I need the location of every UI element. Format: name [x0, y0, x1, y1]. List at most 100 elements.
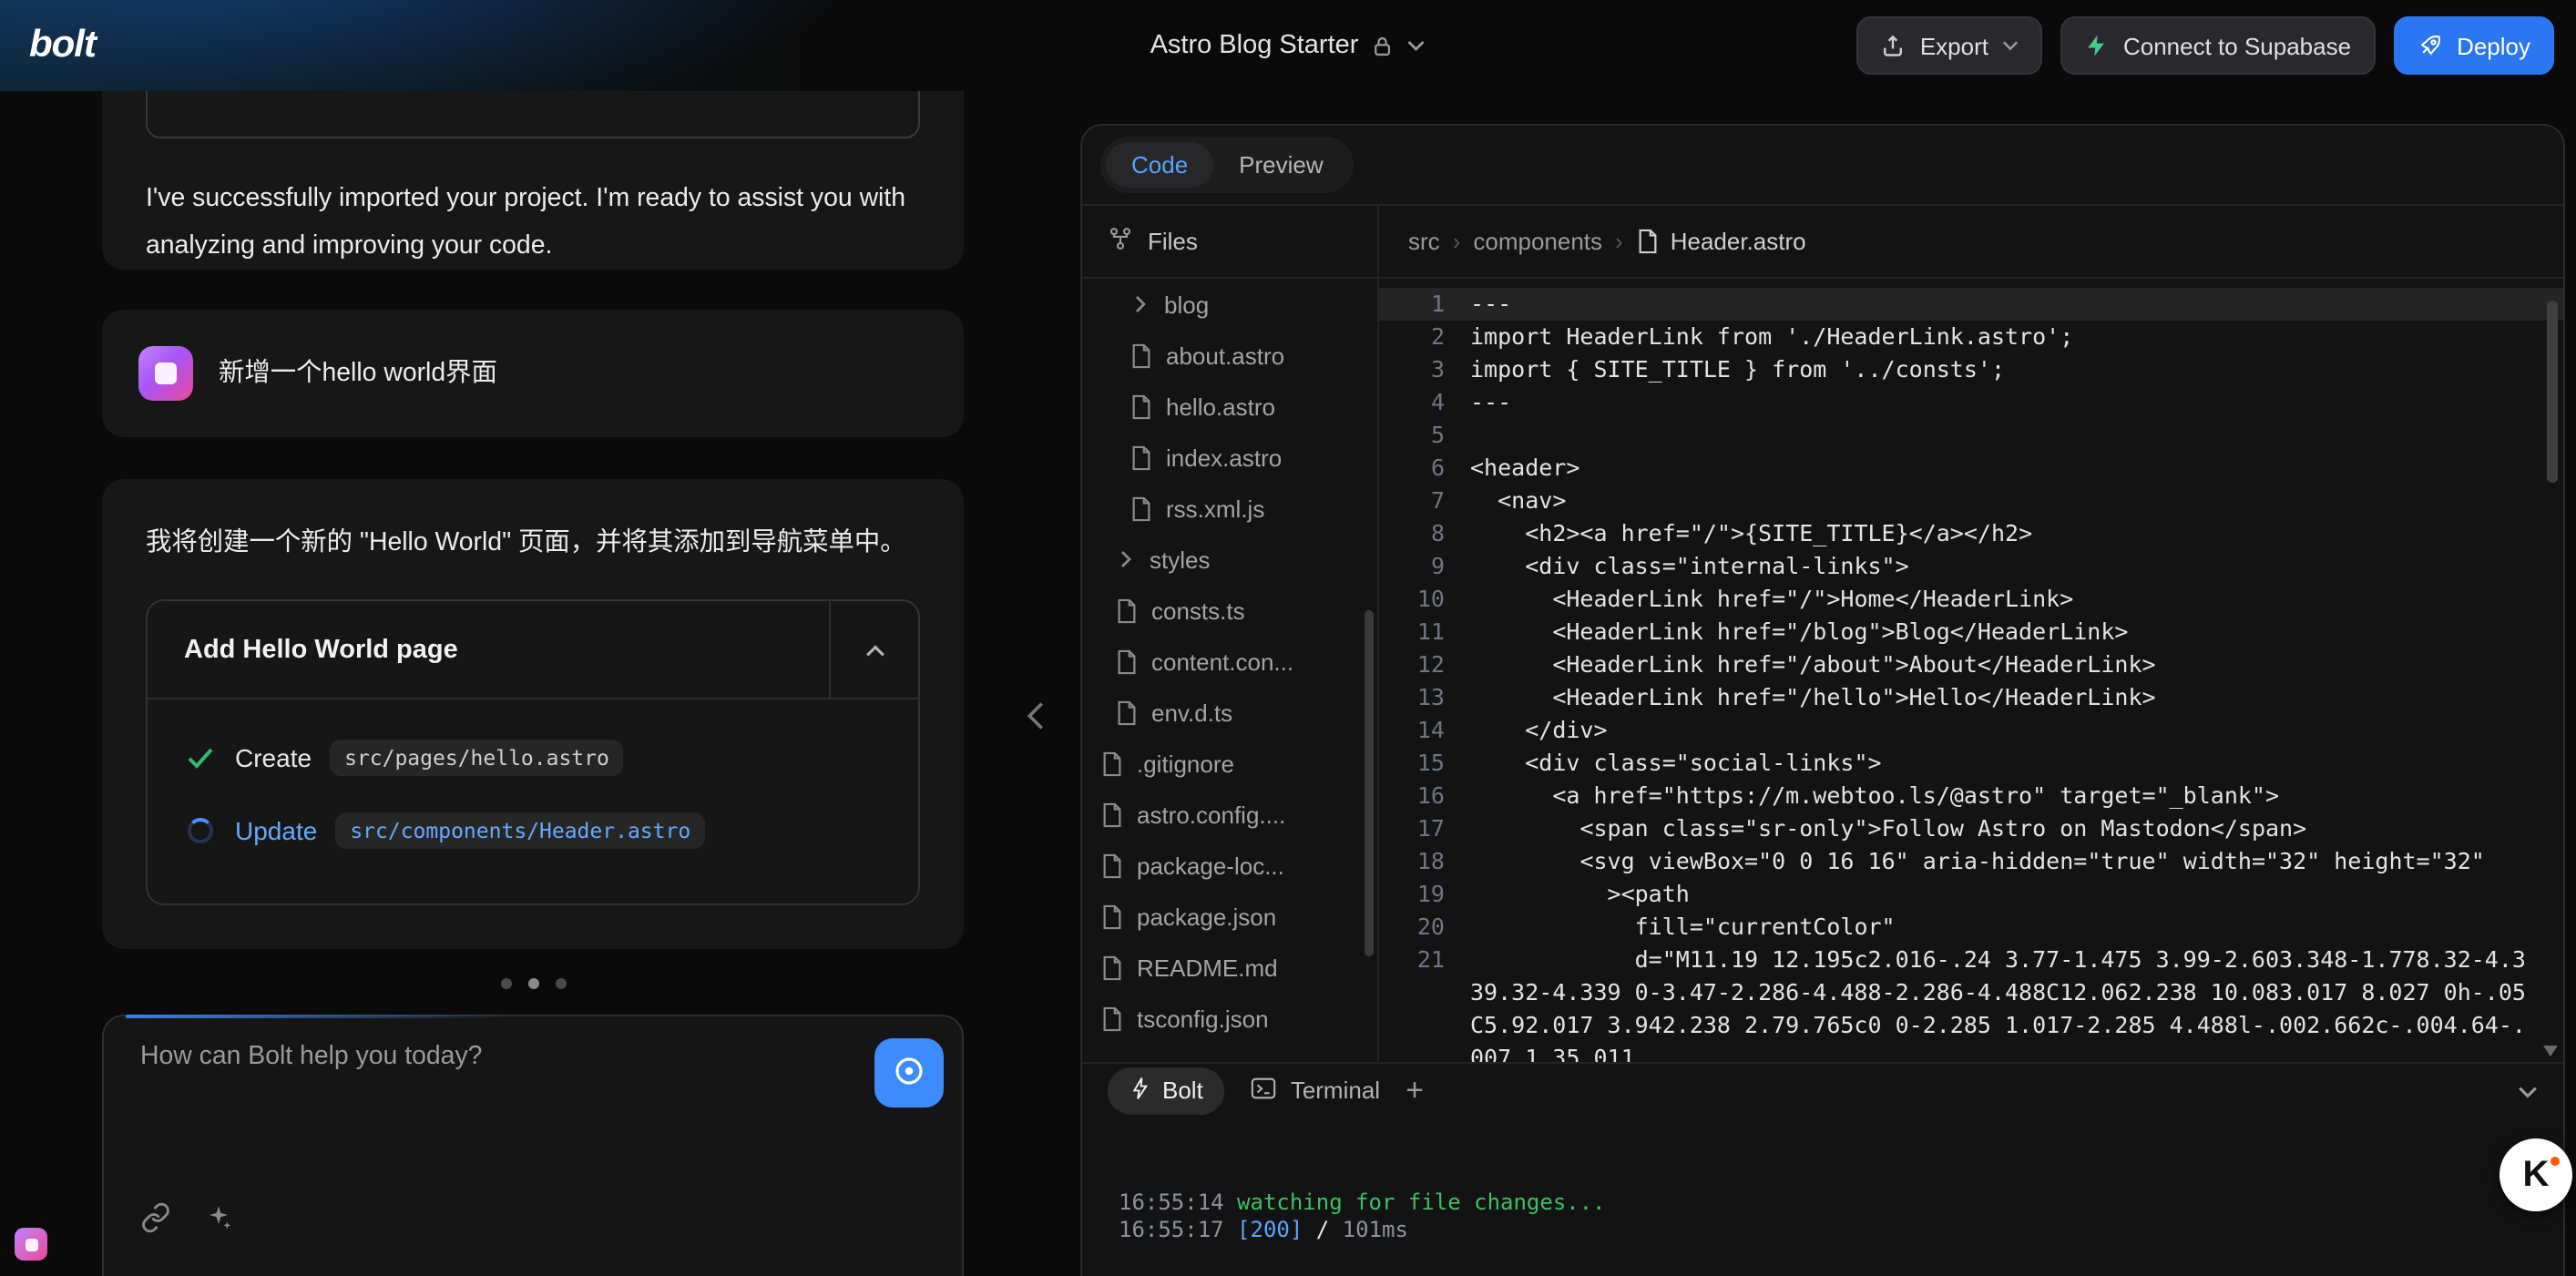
file-astro.config....[interactable]: astro.config....	[1082, 789, 1377, 840]
bolt-lightning-icon	[1130, 1076, 1150, 1105]
file-consts.ts[interactable]: consts.ts	[1082, 585, 1377, 636]
code-line-5[interactable]: 5	[1379, 419, 2563, 452]
code-line-18[interactable]: 18 <svg viewBox="0 0 16 16" aria-hidden=…	[1379, 845, 2563, 878]
line-number: 5	[1379, 419, 1445, 452]
connect-supabase-button[interactable]: Connect to Supabase	[2061, 16, 2375, 75]
code-line-20[interactable]: 20 fill="currentColor"	[1379, 911, 2563, 944]
breadcrumb-separator: ›	[1453, 228, 1461, 255]
chevron-left-icon	[1027, 709, 1044, 736]
profile-avatar[interactable]	[15, 1228, 47, 1261]
export-button[interactable]: Export	[1856, 16, 2043, 75]
export-label: Export	[1920, 32, 1988, 59]
editor-scrollbar[interactable]	[2547, 301, 2558, 483]
file-list: blogabout.astrohello.astroindex.astrorss…	[1082, 279, 1377, 1044]
chat-input[interactable]	[140, 1042, 687, 1071]
terminal-output[interactable]: 16:55:14 watching for file changes...16:…	[1082, 1117, 2563, 1276]
file-tsconfig.json[interactable]: tsconfig.json	[1082, 993, 1377, 1044]
breadcrumb-components[interactable]: components	[1473, 228, 1602, 255]
code-line-16[interactable]: 16 <a href="https://m.webtoo.ls/@astro" …	[1379, 780, 2563, 812]
file-about.astro[interactable]: about.astro	[1082, 330, 1377, 381]
connect-supabase-label: Connect to Supabase	[2123, 32, 2351, 59]
code-line-1[interactable]: 1---	[1379, 288, 2563, 321]
code-line-2[interactable]: 2import HeaderLink from './HeaderLink.as…	[1379, 321, 2563, 353]
code-line-15[interactable]: 15 <div class="social-links">	[1379, 747, 2563, 780]
breadcrumb-src[interactable]: src	[1408, 228, 1440, 255]
code-line-11[interactable]: 11 <HeaderLink href="/blog">Blog</Header…	[1379, 616, 2563, 648]
folder-styles[interactable]: styles	[1082, 534, 1377, 585]
breadcrumb: src›components›Header.astro	[1379, 206, 2563, 279]
code-line-14[interactable]: 14 </div>	[1379, 714, 2563, 747]
code-editor[interactable]: 1---2import HeaderLink from './HeaderLin…	[1379, 279, 2563, 1062]
files-header[interactable]: Files	[1082, 206, 1377, 279]
tab-preview[interactable]: Preview	[1213, 142, 1349, 188]
line-content: <h2><a href="/">{SITE_TITLE}</a></h2>	[1445, 517, 2563, 550]
code-line-3[interactable]: 3import { SITE_TITLE } from '../consts';	[1379, 353, 2563, 386]
tab-terminal[interactable]: Terminal	[1251, 1074, 1380, 1107]
bolt-tab-label: Bolt	[1162, 1077, 1203, 1104]
file-index.astro[interactable]: index.astro	[1082, 432, 1377, 483]
assistant-intro-text: I've successfully imported your project.…	[146, 175, 920, 270]
folder-blog[interactable]: blog	[1082, 279, 1377, 330]
file-env.d.ts[interactable]: env.d.ts	[1082, 687, 1377, 738]
line-content: fill="currentColor"	[1445, 911, 2563, 944]
file-package-loc...[interactable]: package-loc...	[1082, 840, 1377, 891]
code-line-8[interactable]: 8 <h2><a href="/">{SITE_TITLE}</a></h2>	[1379, 517, 2563, 550]
file-README.md[interactable]: README.md	[1082, 942, 1377, 993]
code-line-13[interactable]: 13 <HeaderLink href="/hello">Hello</Head…	[1379, 681, 2563, 714]
code-line-4[interactable]: 4---	[1379, 386, 2563, 419]
help-widget-button[interactable]: K	[2499, 1138, 2572, 1211]
line-content: import { SITE_TITLE } from '../consts';	[1445, 353, 2563, 386]
line-number: 10	[1379, 583, 1445, 616]
scroll-down-arrow[interactable]	[2543, 1046, 2558, 1057]
view-tabs-row: CodePreview	[1082, 126, 2563, 206]
chevron-down-icon	[2518, 1077, 2538, 1104]
enhance-button[interactable]	[204, 1202, 233, 1239]
collapse-terminal-button[interactable]	[2518, 1077, 2538, 1104]
line-content: <a href="https://m.webtoo.ls/@astro" tar…	[1445, 780, 2563, 812]
deploy-button[interactable]: Deploy	[2393, 16, 2554, 75]
code-line-9[interactable]: 9 <div class="internal-links">	[1379, 550, 2563, 583]
code-line-19[interactable]: 19 ><path	[1379, 878, 2563, 911]
line-number: 12	[1379, 648, 1445, 681]
file-content.con...[interactable]: content.con...	[1082, 636, 1377, 687]
code-line-7[interactable]: 7 <nav>	[1379, 485, 2563, 517]
files-header-label: Files	[1148, 228, 1198, 255]
code-line-6[interactable]: 6<header>	[1379, 452, 2563, 485]
enhance-prompt-button[interactable]	[874, 1038, 944, 1108]
user-message-card: 新增一个hello world界面	[102, 310, 964, 437]
topbar-actions: Export Connect to Supabase Deploy	[1856, 16, 2554, 75]
files-scrollbar[interactable]	[1365, 610, 1374, 956]
carousel-dot[interactable]	[555, 978, 566, 989]
collapse-chat-button[interactable]	[1020, 694, 1051, 743]
code-line-17[interactable]: 17 <span class="sr-only">Follow Astro on…	[1379, 812, 2563, 845]
carousel-dot[interactable]	[500, 978, 511, 989]
sparkle-icon	[204, 1202, 233, 1239]
carousel-dot[interactable]	[527, 978, 538, 989]
code-line-12[interactable]: 12 <HeaderLink href="/about">About</Head…	[1379, 648, 2563, 681]
artifact-collapse-button[interactable]	[831, 601, 918, 698]
action-file-path[interactable]: src/components/Header.astro	[335, 812, 705, 849]
file-hello.astro[interactable]: hello.astro	[1082, 381, 1377, 432]
code-line-10[interactable]: 10 <HeaderLink href="/">Home</HeaderLink…	[1379, 583, 2563, 616]
line-content: ><path	[1445, 878, 2563, 911]
artifact-title: Add Hello World page	[148, 601, 829, 698]
tab-code[interactable]: Code	[1106, 142, 1213, 188]
line-content: <header>	[1445, 452, 2563, 485]
file-package.json[interactable]: package.json	[1082, 891, 1377, 942]
add-terminal-button[interactable]: +	[1406, 1075, 1424, 1106]
link-icon	[140, 1202, 171, 1239]
file-.gitignore[interactable]: .gitignore	[1082, 738, 1377, 789]
breadcrumb-header-astro[interactable]: Header.astro	[1636, 228, 1806, 255]
file-rss.xml.js[interactable]: rss.xml.js	[1082, 483, 1377, 534]
project-title-menu[interactable]: Astro Blog Starter	[1150, 31, 1426, 60]
line-content: import HeaderLink from './HeaderLink.ast…	[1445, 321, 2563, 353]
action-file-path[interactable]: src/pages/hello.astro	[330, 740, 624, 776]
file-tree-icon	[1108, 226, 1133, 257]
tab-bolt-terminal[interactable]: Bolt	[1108, 1067, 1225, 1114]
chat-panel: I've successfully imported your project.…	[102, 91, 964, 1276]
line-number: 14	[1379, 714, 1445, 747]
panel-bottom-bar: Bolt Terminal +	[1082, 1062, 2563, 1117]
code-line-21[interactable]: 21 d="M11.19 12.195c2.016-.24 3.77-1.475…	[1379, 944, 2563, 1062]
attach-link-button[interactable]	[140, 1202, 171, 1239]
spinner-icon	[184, 818, 217, 843]
